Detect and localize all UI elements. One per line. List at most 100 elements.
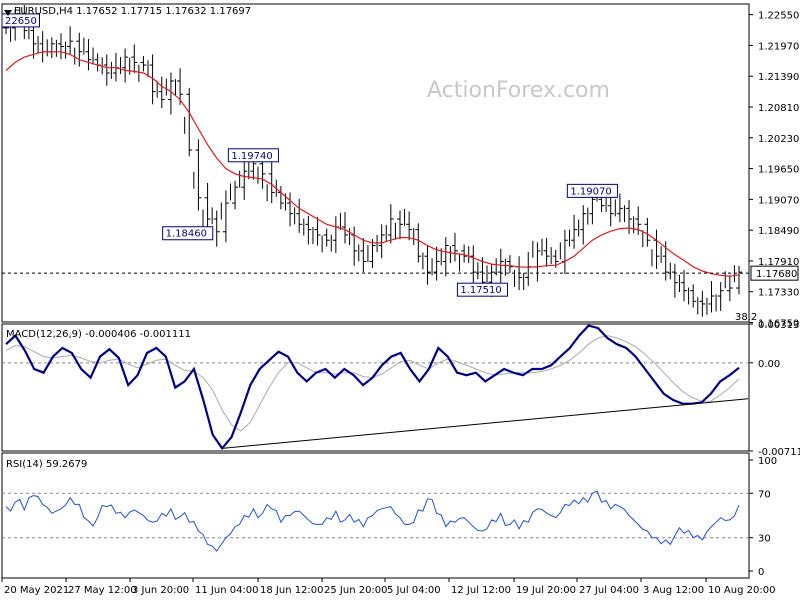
price-bar <box>708 281 717 313</box>
price-tick-label: 1.20230 <box>758 134 799 145</box>
price-bar <box>85 39 94 71</box>
price-bar <box>204 182 213 228</box>
price-bar <box>607 195 616 227</box>
price-bar <box>571 214 580 249</box>
price-bar <box>241 160 250 200</box>
rsi-line <box>5 490 740 552</box>
price-bar <box>131 44 140 82</box>
price-bar <box>506 255 516 287</box>
price-label-text: 22650 <box>5 16 37 27</box>
price-bar <box>94 53 103 75</box>
price-bar <box>525 240 534 286</box>
price-bar <box>332 212 341 253</box>
price-bar <box>470 245 479 285</box>
price-bar <box>451 232 461 272</box>
price-tick-label: 1.18490 <box>758 226 799 237</box>
price-bar <box>351 226 360 266</box>
price-label-text: 1.18460 <box>166 229 207 240</box>
price-label: 1.18460 <box>162 226 214 241</box>
price-bar <box>616 193 625 223</box>
price-bar <box>369 234 378 268</box>
macd-tick-label: 0.00 <box>758 359 780 370</box>
current-price-label: 1.17680 <box>756 269 797 280</box>
price-bar <box>387 204 396 244</box>
price-tick-label: 1.22550 <box>758 11 799 22</box>
price-bar <box>268 161 277 204</box>
price-bar <box>534 238 543 282</box>
price-bar <box>662 241 671 281</box>
rsi-tick-label: 100 <box>758 456 777 467</box>
price-bar <box>57 33 67 60</box>
price-label-text: 1.19740 <box>231 151 272 162</box>
x-tick-label: 12 Jul 12:00 <box>451 585 511 596</box>
rsi-tick-label: 30 <box>758 534 771 545</box>
price-bar <box>360 238 369 273</box>
macd-tick-label: 0.003133 <box>758 320 800 331</box>
price-bar <box>671 263 680 298</box>
price-tick-label: 1.19650 <box>758 165 799 176</box>
price-bar <box>717 271 726 311</box>
x-tick-label: 19 Jul 20:00 <box>516 585 576 596</box>
price-tick-label: 1.20810 <box>758 103 799 114</box>
price-label-text: 1.17510 <box>460 285 501 296</box>
price-bar <box>195 139 204 227</box>
price-bar <box>186 87 195 189</box>
price-bar <box>67 26 76 65</box>
price-bar <box>396 208 406 240</box>
x-tick-label: 25 Jun 20:00 <box>324 585 388 596</box>
x-tick-label: 11 Jun 04:00 <box>195 585 259 596</box>
price-bar <box>305 215 314 245</box>
rsi-tick-label: 70 <box>758 489 771 500</box>
macd-trendline <box>222 398 749 449</box>
price-tick-label: 1.21390 <box>758 72 799 83</box>
price-tick-label: 1.21970 <box>758 41 799 52</box>
price-bar <box>158 76 167 109</box>
price-bar <box>213 202 222 247</box>
price-bar <box>323 228 332 252</box>
price-bar <box>726 265 735 302</box>
price-bar <box>543 238 552 267</box>
price-bar <box>635 206 644 248</box>
price-tick-label: 1.19070 <box>758 195 799 206</box>
price-bar <box>690 284 699 315</box>
rsi-panel <box>1 452 750 579</box>
macd-line <box>5 324 740 451</box>
price-bar <box>736 265 742 295</box>
price-label: 1.19740 <box>227 148 279 163</box>
macd-panel <box>1 323 750 452</box>
price-tick-label: 1.17330 <box>758 288 799 299</box>
chart-canvas: ActionForex.com 22650 1.19740 1.18460 1.175… <box>1 3 800 596</box>
price-bar <box>442 237 451 277</box>
price-panel <box>1 3 750 323</box>
price-bar <box>76 32 85 67</box>
price-bar <box>167 72 177 115</box>
x-tick-label: 27 May 12:00 <box>68 585 137 596</box>
price-bar <box>296 198 305 236</box>
x-tick-label: 3 Jun 20:00 <box>132 585 189 596</box>
price-bar <box>232 170 241 210</box>
symbol-ohlc-label: EURUSD,H4 1.17652 1.17715 1.17632 1.1769… <box>14 6 251 17</box>
price-label: 1.17510 <box>456 282 508 297</box>
price-bar <box>103 54 112 86</box>
price-bar <box>644 217 653 267</box>
x-tick-label: 20 May 2021 <box>4 585 69 596</box>
price-bar <box>433 246 442 281</box>
price-bar <box>277 186 286 211</box>
price-label-text: 1.19070 <box>570 186 611 197</box>
macd-label: MACD(12,26,9) -0.000406 -0.001111 <box>6 329 191 340</box>
x-tick-label: 18 Jun 12:00 <box>260 585 324 596</box>
x-tick-label: 5 Jul 04:00 <box>387 585 441 596</box>
price-bar <box>561 229 570 275</box>
price-label: 1.19070 <box>566 183 618 198</box>
rsi-label: RSI(14) 59.2679 <box>6 459 87 470</box>
rsi-tick-label: 0 <box>758 567 764 578</box>
price-bar <box>48 37 57 59</box>
watermark: ActionForex.com <box>427 78 610 103</box>
price-bar <box>415 223 424 270</box>
price-bar <box>681 269 690 305</box>
price-bar <box>580 205 589 245</box>
price-bar <box>122 48 131 83</box>
price-bar <box>424 245 433 285</box>
fib-label: 38.2 <box>735 312 757 323</box>
price-bar <box>699 290 708 317</box>
